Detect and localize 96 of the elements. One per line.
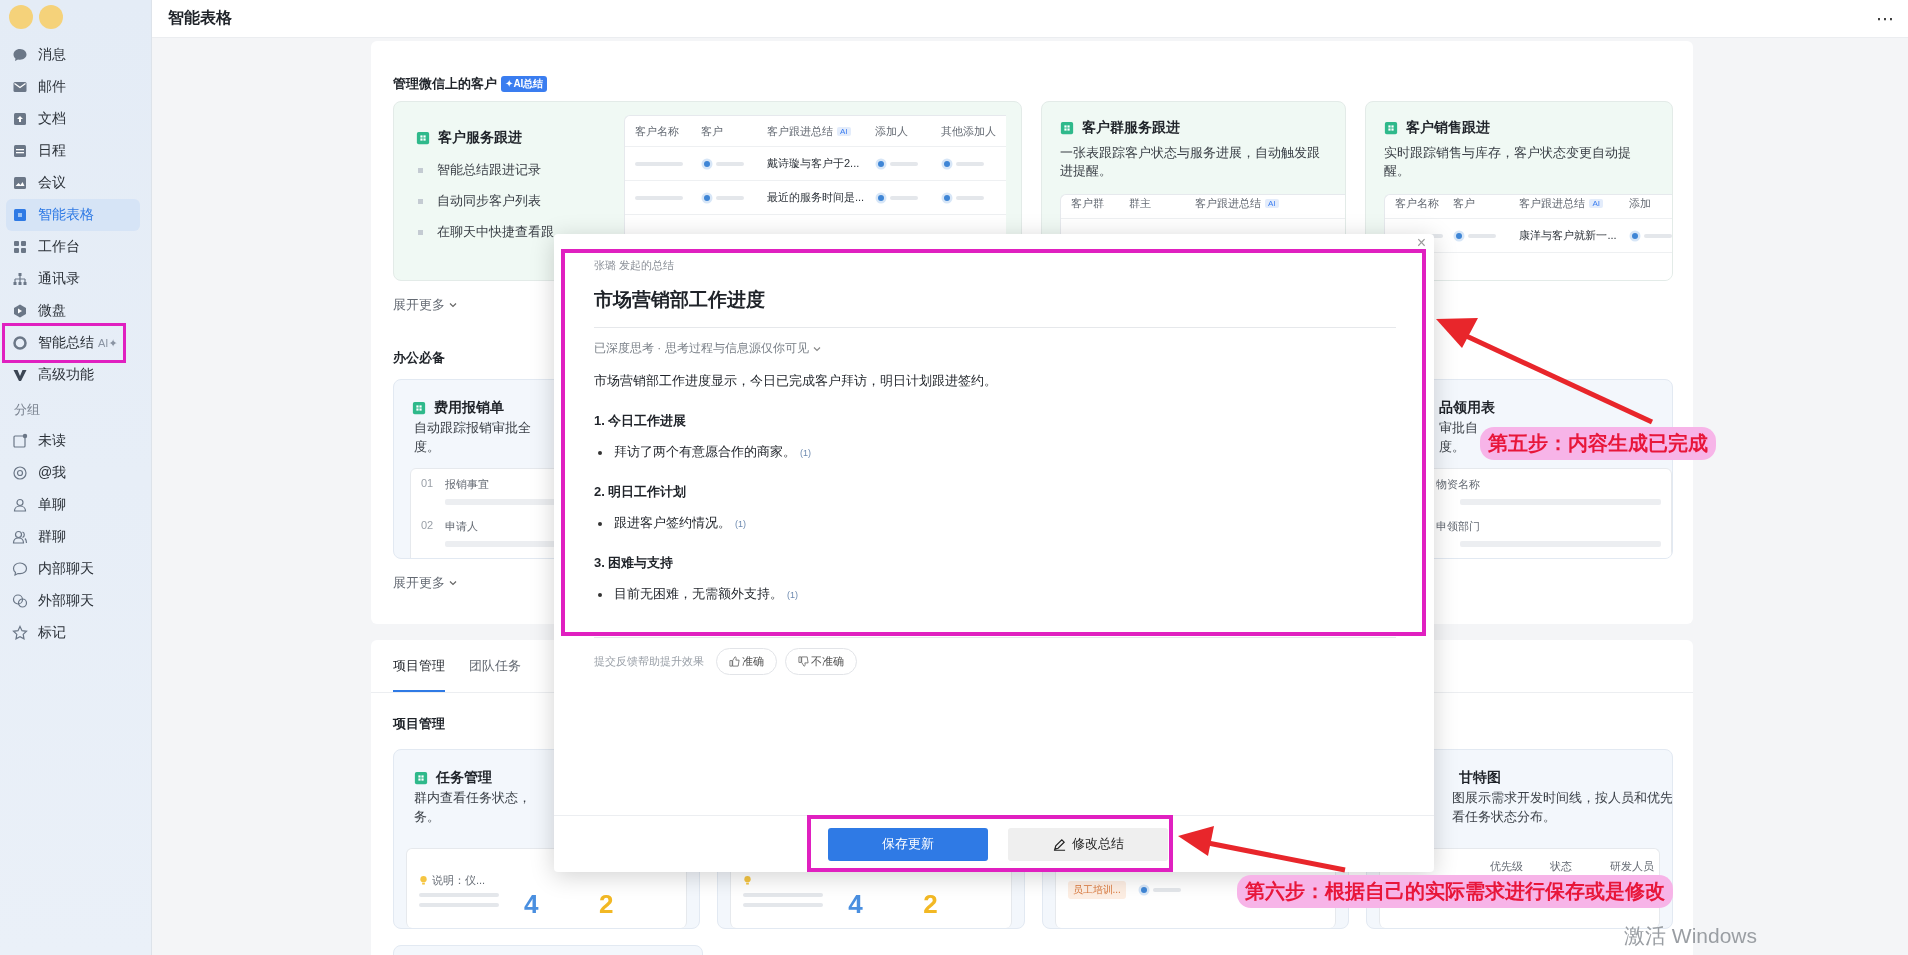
section-title: 项目管理 (393, 715, 445, 733)
stat-number: 2 (923, 889, 939, 920)
column-header: 客户跟进总结 AI (767, 123, 875, 139)
bullet-text: 目前无困难，无需额外支持。 (614, 586, 783, 603)
nav-item[interactable]: 微盘 (6, 295, 116, 327)
field-label: 报销事宜 (445, 477, 490, 492)
feature-point: 智能总结跟进记录 (437, 161, 541, 179)
tab[interactable]: 团队任务 (469, 640, 521, 692)
edit-button[interactable]: 修改总结 (1008, 827, 1168, 861)
nav-item[interactable]: 文档 (6, 103, 116, 135)
column-header: 研发人员 (1609, 859, 1655, 874)
card-title: 客户销售跟进 (1406, 119, 1491, 137)
nav-item[interactable]: 群聊 (6, 521, 116, 553)
nav-item[interactable]: 外部聊天 (6, 585, 116, 617)
tab[interactable]: 项目管理 (393, 640, 445, 692)
nav-item[interactable]: 单聊 (6, 489, 116, 521)
expand-more-link[interactable]: 展开更多 (393, 575, 458, 591)
card-description: 实时跟踪销售与库存，客户状态变更自动提醒。 (1384, 144, 1633, 180)
table-cell: 戴诗璇与客户于2... (767, 156, 860, 171)
summary-title: 市场营销部工作进度 (594, 288, 766, 312)
card-description: 审批自 (1438, 419, 1478, 437)
stat-number: 4 (848, 889, 864, 920)
feedback-prompt: 提交反馈帮助提升效果 (594, 654, 704, 669)
card-title: 客户群服务跟进 (1081, 119, 1180, 137)
note-text: 说明：仪... (432, 872, 486, 888)
card-title: 费用报销单 (434, 399, 504, 417)
column-header: 客户跟进总结 AI (1519, 196, 1630, 211)
column-header: 客户名称 (635, 123, 680, 139)
column-header: 客户跟进总结 AI (1194, 196, 1305, 211)
field-number: 01 (421, 477, 434, 491)
card-description: 务。 (414, 808, 440, 826)
column-header: 其他添加人 (941, 123, 997, 139)
nav-item[interactable]: 内部聊天 (6, 553, 116, 585)
column-header: 客户 (1453, 196, 1477, 211)
more-button[interactable]: ⋯ (1876, 7, 1894, 30)
table-cell: 康洋与客户就新一... (1519, 228, 1617, 243)
column-header: 群主 (1128, 196, 1152, 211)
field-label: 申请人 (445, 519, 479, 534)
card-description: 图展示需求开发时间线，按人员和优先 (1451, 789, 1672, 807)
nav-item[interactable]: 会议 (6, 167, 116, 199)
card-description: 一张表跟踪客户状态与服务进展，自动触发跟进提醒。 (1059, 144, 1321, 180)
nav-item[interactable]: 消息 (6, 39, 116, 71)
annotation-label: 第五步：内容生成已完成 (1480, 427, 1716, 460)
field-label: 物资名称 (1435, 477, 1480, 492)
group-label: 分组 (13, 401, 41, 419)
ai-tag: AI (837, 126, 851, 136)
thinking-toggle[interactable]: 已深度思考 · 思考过程与信息源仅你可见 (594, 340, 1396, 357)
nav-item[interactable]: 通讯录 (6, 263, 116, 295)
citation-link[interactable]: (1) (800, 447, 811, 458)
nav-item[interactable]: 日程 (6, 135, 116, 167)
expand-more-link[interactable]: 展开更多 (393, 297, 458, 313)
column-header: 添加 (1629, 196, 1653, 211)
card-title: 品领用表 (1438, 399, 1495, 417)
ai-tag: AI (1264, 199, 1279, 208)
card-description: 自动跟踪报销审批全 (414, 419, 531, 437)
field-number: 02 (421, 519, 434, 533)
card-description: 看任务状态分布。 (1451, 808, 1556, 826)
status-tag: 员工培训... (1067, 881, 1126, 899)
section-heading: 2. 明日工作计划 (594, 483, 688, 501)
citation-link[interactable]: (1) (787, 589, 798, 600)
column-header: 添加人 (875, 123, 909, 139)
feature-point: 自动同步客户列表 (437, 192, 541, 210)
table-cell: 最近的服务时间是... (767, 190, 865, 205)
annotation-label: 第六步：根据自己的实际需求进行保存或是修改 (1237, 875, 1673, 908)
nav-item[interactable]: 智能总结 AI✦ (6, 327, 124, 359)
nav-item[interactable]: 标记 (6, 617, 116, 649)
nav-item[interactable]: 未读 (6, 425, 116, 457)
stat-number: 4 (523, 889, 540, 920)
card-description: 度。 (414, 438, 440, 456)
card-description: 度。 (1438, 438, 1465, 456)
nav-item[interactable]: @我 (6, 457, 116, 489)
column-header: 客户群 (1070, 196, 1105, 211)
card-title: 任务管理 (436, 769, 492, 787)
ai-label: AI✦ (98, 336, 118, 350)
column-header: 客户 (701, 123, 724, 139)
card-description: 群内查看任务状态， (414, 789, 531, 807)
page-title: 智能表格 (168, 8, 232, 28)
nav-item[interactable]: 工作台 (6, 231, 116, 263)
card-title: 客户服务跟进 (438, 129, 522, 147)
ai-badge: ✦AI总结 (501, 76, 548, 92)
nav-item[interactable]: 高级功能 (6, 359, 116, 391)
column-header: 客户名称 (1395, 196, 1441, 211)
stat-number: 2 (599, 889, 615, 920)
ai-tag: AI (1589, 199, 1604, 208)
column-header: 优先级 (1489, 859, 1524, 874)
field-label: 申领部门 (1435, 519, 1480, 534)
feature-point: 在聊天中快捷查看跟 (437, 223, 554, 241)
section-heading: 1. 今日工作进展 (594, 412, 688, 430)
author-line: 张璐 发起的总结 (594, 258, 676, 273)
section-title: 办公必备 (393, 349, 445, 367)
save-button[interactable]: 保存更新 (828, 827, 988, 861)
citation-link[interactable]: (1) (735, 518, 746, 529)
nav-item[interactable]: 邮件 (6, 71, 116, 103)
section-title: 管理微信上的客户 (393, 75, 497, 93)
card-title: 甘特图 (1458, 769, 1501, 787)
column-header: 状态 (1549, 859, 1573, 874)
